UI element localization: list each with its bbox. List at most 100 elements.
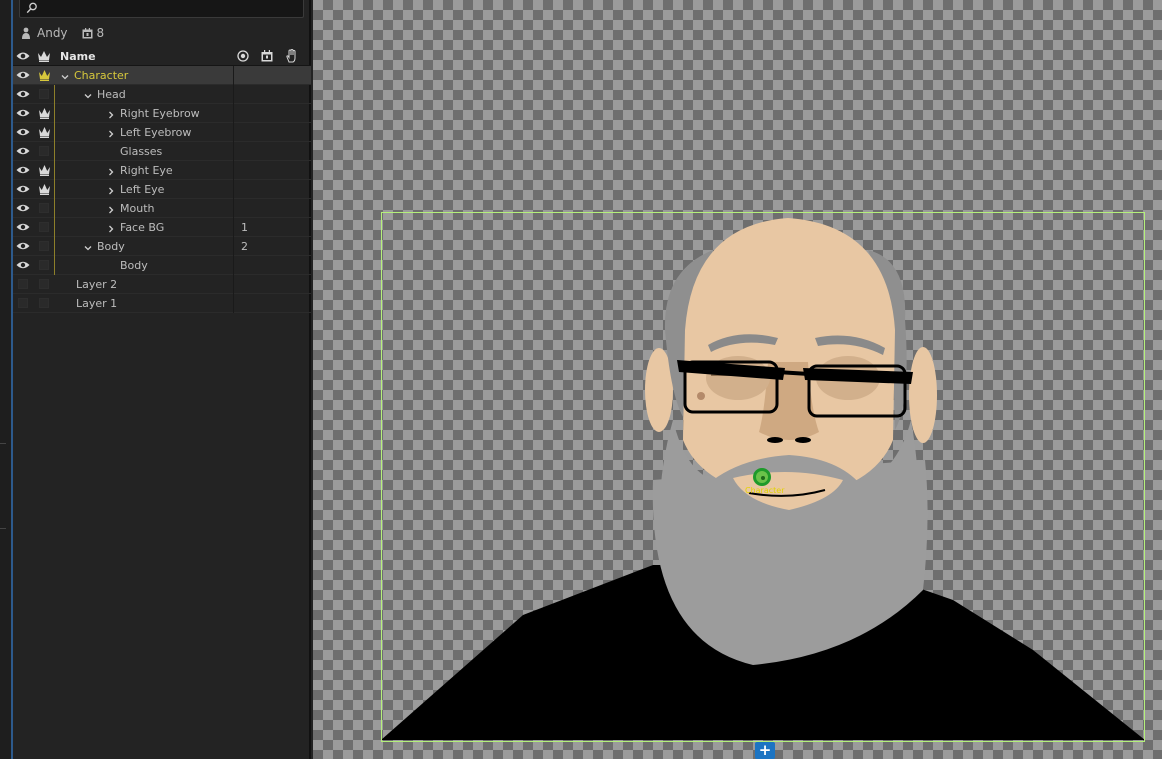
- hierarchy-line: [54, 161, 55, 180]
- column-divider: [233, 180, 234, 199]
- column-divider: [233, 104, 234, 123]
- origin-label: Character: [745, 486, 785, 495]
- chevron-right-icon[interactable]: [107, 128, 115, 138]
- independence-toggle[interactable]: [39, 146, 49, 156]
- puppet-info-row: Andy 8: [13, 24, 311, 42]
- layer-row[interactable]: Left Eye: [13, 180, 311, 199]
- edge-tick: [0, 528, 6, 529]
- eye-icon[interactable]: [16, 203, 30, 213]
- layer-row[interactable]: Body 2: [13, 237, 311, 256]
- crown-icon[interactable]: [38, 107, 51, 119]
- layer-row[interactable]: Character: [13, 66, 311, 85]
- eye-icon[interactable]: [16, 184, 30, 194]
- layer-name: Head: [97, 88, 126, 101]
- independence-toggle[interactable]: [39, 279, 49, 289]
- layer-row[interactable]: Head: [13, 85, 311, 104]
- layer-name: Glasses: [120, 145, 163, 158]
- layer-row[interactable]: Layer 2: [13, 275, 311, 294]
- layer-row[interactable]: Right Eyebrow: [13, 104, 311, 123]
- chevron-right-icon[interactable]: [107, 166, 115, 176]
- search-input[interactable]: [19, 0, 304, 18]
- chevron-right-icon[interactable]: [107, 223, 115, 233]
- scene-canvas[interactable]: Character +: [313, 0, 1162, 759]
- layer-name: Body: [120, 259, 148, 272]
- layer-trigger-key: 1: [241, 221, 248, 234]
- layer-row[interactable]: Body: [13, 256, 311, 275]
- layer-row[interactable]: Glasses: [13, 142, 311, 161]
- layer-name: Character: [74, 69, 129, 82]
- eye-icon[interactable]: [16, 165, 30, 175]
- independence-toggle[interactable]: [39, 298, 49, 308]
- visibility-toggle[interactable]: [18, 298, 28, 308]
- hand-icon[interactable]: [285, 49, 297, 63]
- hierarchy-line: [54, 199, 55, 218]
- search-icon: [26, 2, 37, 14]
- independence-toggle[interactable]: [39, 89, 49, 99]
- crown-icon[interactable]: [38, 126, 51, 138]
- chevron-down-icon[interactable]: [61, 71, 69, 80]
- layer-name: Layer 2: [76, 278, 118, 291]
- record-icon[interactable]: [237, 50, 249, 62]
- visibility-toggle[interactable]: [18, 279, 28, 289]
- chevron-down-icon[interactable]: [84, 242, 92, 251]
- layer-row[interactable]: Left Eyebrow: [13, 123, 311, 142]
- independence-toggle[interactable]: [39, 241, 49, 251]
- column-divider: [233, 85, 234, 104]
- layer-row[interactable]: Right Eye: [13, 161, 311, 180]
- crown-icon[interactable]: [38, 183, 51, 195]
- layer-list-header: Name: [13, 47, 311, 66]
- eye-icon[interactable]: [16, 222, 30, 232]
- layer-name: Mouth: [120, 202, 155, 215]
- crown-icon[interactable]: [38, 69, 51, 81]
- independence-toggle[interactable]: [39, 260, 49, 270]
- independence-toggle[interactable]: [39, 222, 49, 232]
- layer-name: Left Eye: [120, 183, 165, 196]
- crown-icon[interactable]: [38, 164, 51, 176]
- eye-icon[interactable]: [16, 50, 30, 62]
- layer-count: 8: [96, 26, 105, 40]
- eye-icon[interactable]: [16, 108, 30, 118]
- origin-dot: [761, 476, 765, 480]
- crown-icon[interactable]: [37, 50, 51, 62]
- eye-icon[interactable]: [16, 70, 30, 80]
- hierarchy-line: [54, 256, 55, 275]
- origin-handle[interactable]: [753, 468, 771, 486]
- column-divider: [233, 218, 234, 237]
- layer-row[interactable]: Mouth: [13, 199, 311, 218]
- eye-icon[interactable]: [16, 127, 30, 137]
- eye-icon[interactable]: [16, 146, 30, 156]
- calendar-icon: [82, 27, 93, 38]
- add-button[interactable]: +: [755, 742, 775, 759]
- column-divider: [233, 275, 234, 294]
- layer-name: Left Eyebrow: [120, 126, 192, 139]
- eye-icon[interactable]: [16, 241, 30, 251]
- puppet-panel: Andy 8 Name Character Head Right Eyebrow…: [13, 0, 311, 759]
- column-divider: [233, 256, 234, 275]
- layer-row[interactable]: Face BG 1: [13, 218, 311, 237]
- layer-name: Layer 1: [76, 297, 118, 310]
- eye-icon[interactable]: [16, 260, 30, 270]
- chevron-right-icon[interactable]: [107, 185, 115, 195]
- chevron-right-icon[interactable]: [107, 204, 115, 214]
- column-divider: [233, 66, 234, 85]
- hierarchy-line: [54, 180, 55, 199]
- layer-name: Body: [97, 240, 125, 253]
- person-icon: [22, 27, 30, 39]
- layer-trigger-key: 2: [241, 240, 248, 253]
- column-divider: [233, 294, 234, 313]
- layer-name: Face BG: [120, 221, 165, 234]
- chevron-down-icon[interactable]: [84, 90, 92, 99]
- independence-toggle[interactable]: [39, 203, 49, 213]
- name-column-header[interactable]: Name: [60, 50, 96, 63]
- eye-icon[interactable]: [16, 89, 30, 99]
- column-divider: [233, 142, 234, 161]
- calendar-icon[interactable]: [261, 50, 273, 62]
- hierarchy-line: [54, 218, 55, 237]
- layer-name: Right Eye: [120, 164, 173, 177]
- layer-row[interactable]: Layer 1: [13, 294, 311, 313]
- hierarchy-line: [54, 104, 55, 123]
- hierarchy-line: [54, 142, 55, 161]
- chevron-right-icon[interactable]: [107, 109, 115, 119]
- column-divider: [233, 161, 234, 180]
- hierarchy-line: [54, 237, 55, 256]
